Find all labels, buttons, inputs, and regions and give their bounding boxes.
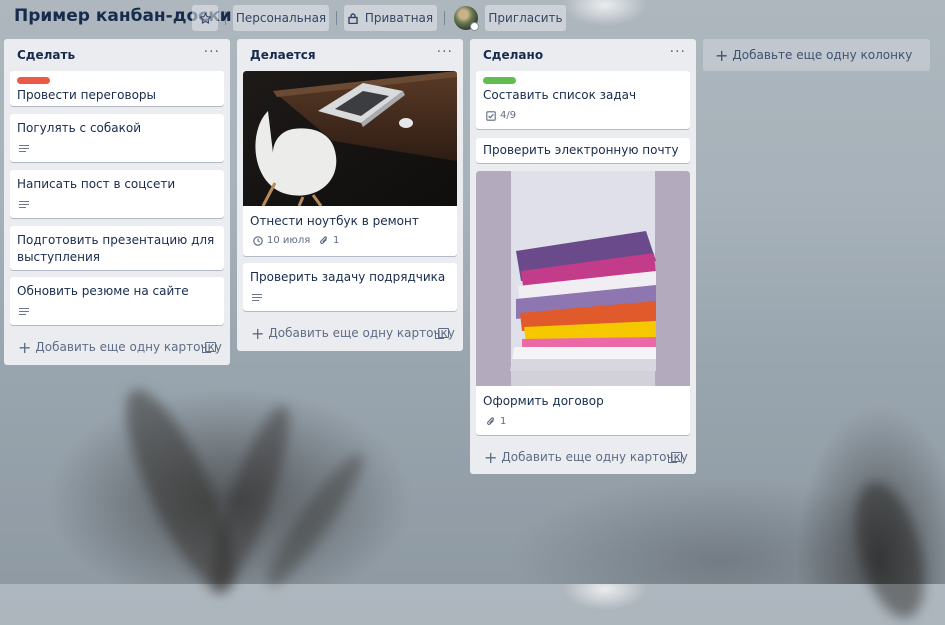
header-divider [444,11,445,25]
more-icon[interactable]: ··· [437,44,453,60]
background-streak [842,474,938,625]
more-icon[interactable]: ··· [204,44,220,60]
add-card-label: Добавить еще одну карточку [268,326,455,340]
plus-icon: + [484,447,498,467]
card-title: Проверить электронную почту [483,143,679,157]
lock-icon [348,12,358,24]
card-social-post[interactable]: Написать пост в соцсети [10,170,224,218]
add-list-button[interactable]: + Добавьте еще одну колонку [703,39,930,71]
checklist-badge: 4/9 [486,110,516,121]
card-title: Проверить задачу подрядчика [250,270,446,284]
list-in-progress: Делается ··· Отнести ноутбук в ремонт 10… [237,39,463,351]
card-title: Оформить договор [483,394,604,408]
card-template-icon[interactable] [668,452,682,463]
card-title: Провести переговоры [17,88,157,102]
list-done: Сделано ··· Составить список задач 4/9 П… [470,39,696,474]
card-title-line: выступления [17,250,100,264]
card-cover-image [243,71,457,206]
attachment-count: 1 [333,235,340,246]
list-title[interactable]: Сделано [483,48,543,62]
card-check-contractor[interactable]: Проверить задачу подрядчика [243,263,457,311]
description-icon [252,294,262,302]
attachment-count: 1 [500,416,507,427]
description-icon [19,201,29,209]
header-divider [336,11,337,25]
card-task-list[interactable]: Составить список задач 4/9 [476,71,690,129]
list-todo: Сделать ··· Провести переговоры Погулять… [4,39,230,365]
card-title-line: Подготовить презентацию для [17,233,215,247]
list-header: Сделать ··· [4,39,230,71]
card-title: Написать пост в соцсети [17,177,176,191]
board-header: Пример канбан-доски Персональная Приватн… [0,0,945,36]
add-card-label: Добавить еще одну карточку [501,450,688,464]
due-date-badge[interactable]: 10 июля [253,235,310,246]
add-list-label: Добавьте еще одну колонку [732,48,913,62]
card-update-resume[interactable]: Обновить резюме на сайте [10,277,224,325]
add-card-label: Добавить еще одну карточку [35,340,222,354]
star-button[interactable] [192,5,218,31]
list-title[interactable]: Сделать [17,48,75,62]
card-walk-dog[interactable]: Погулять с собакой [10,114,224,162]
card-title: Погулять с собакой [17,121,142,135]
card-contract[interactable]: Оформить договор 1 [476,171,690,435]
card-laptop-repair[interactable]: Отнести ноутбук в ремонт 10 июля 1 [243,71,457,256]
invite-button[interactable]: Пригласить [485,5,566,31]
list-title[interactable]: Делается [250,48,316,62]
member-avatar[interactable] [454,6,479,31]
clock-icon [253,235,263,246]
card-check-email[interactable]: Проверить электронную почту [476,138,690,163]
privacy-label: Приватная [364,11,434,25]
due-date: 10 июля [267,235,311,246]
add-card-button[interactable]: + Добавить еще одну карточку [243,320,457,346]
header-divider [225,11,226,25]
card-negotiations[interactable]: Провести переговоры [10,71,224,106]
add-card-button[interactable]: + Добавить еще одну карточку [476,444,690,470]
admin-badge-icon [470,22,479,31]
checklist-progress: 4/9 [500,110,517,121]
description-icon [19,308,29,316]
card-title: Обновить резюме на сайте [17,284,189,298]
team-visibility-button[interactable]: Персональная [233,5,329,31]
list-header: Делается ··· [237,39,463,71]
card-title: Отнести ноутбук в ремонт [250,214,419,228]
plus-icon: + [251,323,265,343]
list-header: Сделано ··· [470,39,696,71]
plus-icon: + [715,45,729,65]
card-presentation[interactable]: Подготовить презентацию для выступления [10,226,224,270]
attachment-badge: 1 [319,235,339,246]
attachment-badge: 1 [486,416,506,427]
card-template-icon[interactable] [435,328,449,339]
card-label[interactable] [483,77,516,84]
plus-icon: + [18,337,32,357]
star-icon [199,12,211,24]
card-cover-image [476,171,690,386]
checklist-icon [486,110,496,121]
add-card-button[interactable]: + Добавить еще одну карточку [10,334,224,360]
description-icon [19,145,29,153]
paperclip-icon [487,416,494,425]
card-label[interactable] [17,77,50,84]
more-icon[interactable]: ··· [670,44,686,60]
card-template-icon[interactable] [202,342,216,353]
paperclip-icon [320,235,327,244]
privacy-button[interactable]: Приватная [344,5,437,31]
card-title: Составить список задач [483,88,637,102]
